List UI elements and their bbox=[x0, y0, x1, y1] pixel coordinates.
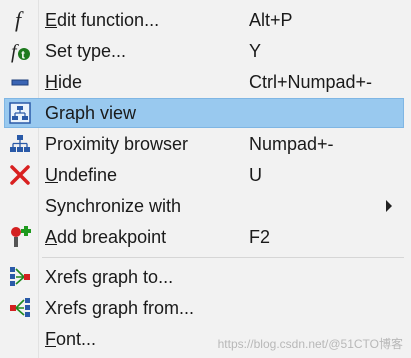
menu-item-hide[interactable]: Hide Ctrl+Numpad+- bbox=[4, 67, 404, 97]
menu-item-undefine[interactable]: Undefine U bbox=[4, 160, 404, 190]
menu-item-label: Graph view bbox=[45, 103, 137, 123]
context-menu: f Edit function... Alt+P f t Set type...… bbox=[0, 0, 411, 358]
menu-item-shortcut: Numpad+- bbox=[249, 134, 334, 154]
menu-item-label: Set type... bbox=[45, 41, 127, 61]
svg-text:f: f bbox=[11, 41, 19, 63]
menu-item-set-type[interactable]: f t Set type... Y bbox=[4, 36, 404, 66]
menu-item-label: Xrefs graph from... bbox=[45, 298, 195, 318]
menu-item-xrefs-graph-from[interactable]: Xrefs graph from... bbox=[4, 293, 404, 323]
proximity-tree-icon bbox=[10, 135, 30, 152]
menu-item-add-breakpoint[interactable]: Add breakpoint F2 bbox=[4, 222, 404, 252]
function-f-icon: f bbox=[15, 8, 24, 32]
submenu-arrow-icon bbox=[386, 200, 392, 212]
menu-item-label: Xrefs graph to... bbox=[45, 267, 174, 287]
xrefs-from-icon bbox=[10, 298, 30, 317]
menu-item-shortcut: Ctrl+Numpad+- bbox=[249, 72, 373, 92]
menu-item-xrefs-graph-to[interactable]: Xrefs graph to... bbox=[4, 262, 404, 292]
svg-text:f: f bbox=[15, 8, 24, 32]
minus-icon bbox=[11, 79, 29, 86]
menu-item-label: Font... bbox=[45, 329, 97, 349]
menu-item-label: Hide bbox=[45, 72, 83, 92]
menu-item-label: Edit function... bbox=[45, 10, 160, 30]
red-x-icon bbox=[10, 165, 30, 185]
menu-item-graph-view[interactable]: Graph view bbox=[4, 98, 404, 128]
menu-item-edit-function[interactable]: f Edit function... Alt+P bbox=[4, 5, 404, 35]
menu-item-shortcut: U bbox=[249, 165, 262, 185]
graph-view-icon bbox=[9, 102, 31, 124]
menu-item-label: Add breakpoint bbox=[45, 227, 167, 247]
menu-item-proximity-browser[interactable]: Proximity browser Numpad+- bbox=[4, 129, 404, 159]
menu-item-synchronize-with[interactable]: Synchronize with bbox=[4, 191, 404, 221]
menu-separator bbox=[42, 257, 404, 258]
menu-item-shortcut: F2 bbox=[249, 227, 271, 247]
svg-text:t: t bbox=[21, 50, 25, 62]
watermark: https://blog.csdn.net/@51CTO博客 bbox=[217, 337, 403, 351]
set-type-icon: f t bbox=[11, 41, 30, 63]
menu-item-label: Undefine bbox=[45, 165, 118, 185]
xrefs-to-icon bbox=[10, 267, 30, 286]
menu-item-shortcut: Y bbox=[249, 41, 262, 61]
menu-item-label: Synchronize with bbox=[45, 196, 182, 216]
menu-item-shortcut: Alt+P bbox=[249, 10, 293, 30]
breakpoint-icon bbox=[11, 226, 31, 247]
menu-item-label: Proximity browser bbox=[45, 134, 189, 154]
